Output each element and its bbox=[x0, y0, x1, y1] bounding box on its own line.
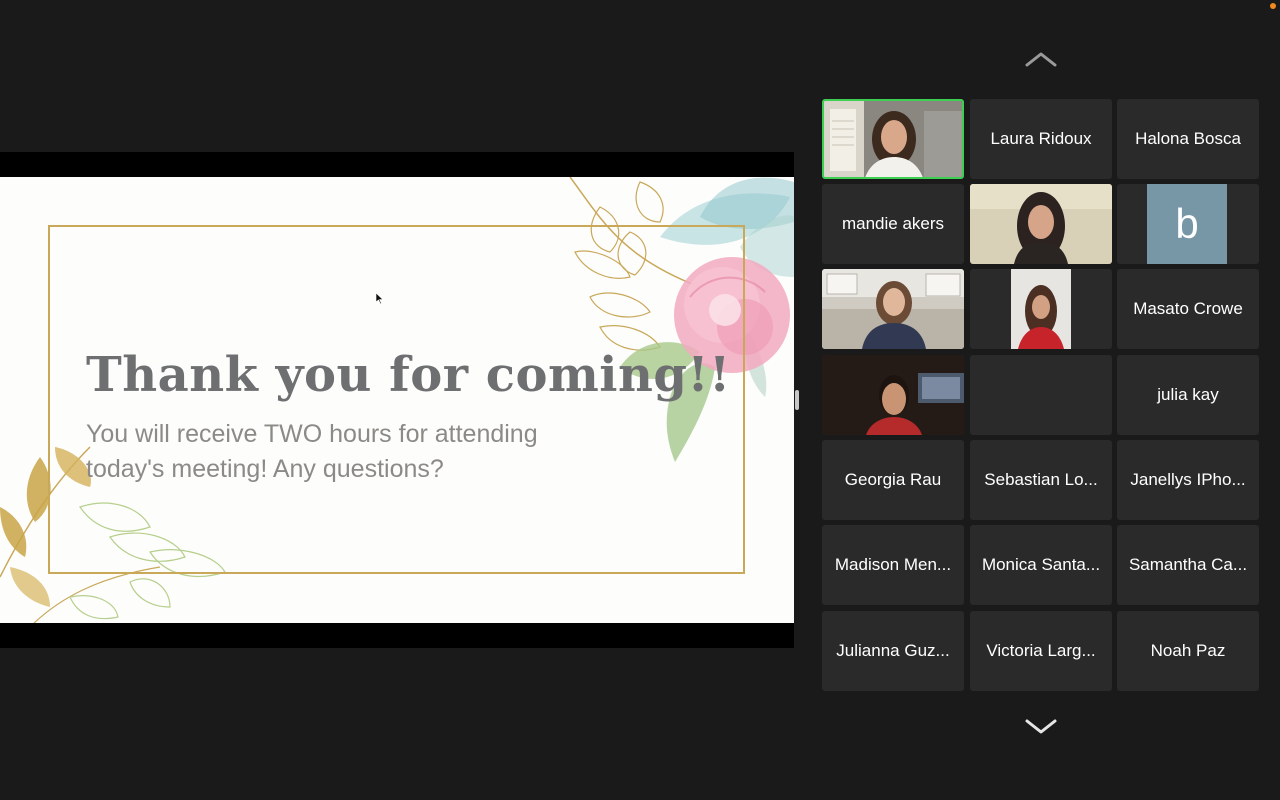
participant-name: Halona Bosca bbox=[1135, 129, 1241, 148]
participant-name: Janellys IPho... bbox=[1130, 470, 1246, 489]
participant-avatar: b bbox=[1147, 184, 1227, 264]
participant-tile[interactable]: Laura Ridoux bbox=[970, 99, 1112, 179]
participant-video bbox=[970, 184, 1112, 264]
participant-name: Masato Crowe bbox=[1133, 299, 1243, 318]
participant-tile[interactable]: Georgia Rau bbox=[822, 440, 964, 520]
participant-name: Noah Paz bbox=[1150, 641, 1226, 660]
participant-tile[interactable]: Monica Santa... bbox=[970, 525, 1112, 605]
split-view-handle[interactable] bbox=[795, 390, 799, 410]
mouse-cursor-icon bbox=[376, 293, 384, 305]
participant-video bbox=[822, 269, 964, 349]
presentation-slide[interactable]: Thank you for coming!! You will receive … bbox=[0, 177, 794, 623]
participant-name: Madison Men... bbox=[834, 555, 952, 574]
slide-body-text: You will receive TWO hours for attending… bbox=[86, 420, 538, 483]
chevron-down-icon[interactable] bbox=[1024, 718, 1058, 736]
participant-name: Sebastian Lo... bbox=[984, 470, 1098, 489]
participant-name: Monica Santa... bbox=[981, 555, 1101, 574]
participant-tile[interactable] bbox=[822, 269, 964, 349]
participant-tile[interactable]: mandie akers bbox=[822, 184, 964, 264]
participant-name: mandie akers bbox=[841, 214, 945, 233]
participant-tile[interactable]: Sebastian Lo... bbox=[970, 440, 1112, 520]
participant-video bbox=[824, 101, 962, 177]
participant-tile[interactable]: Masato Crowe bbox=[1117, 269, 1259, 349]
chevron-up-icon[interactable] bbox=[1024, 50, 1058, 68]
participant-tile[interactable]: Julianna Guz... bbox=[822, 611, 964, 691]
participant-name: Samantha Ca... bbox=[1128, 555, 1248, 574]
participant-tile[interactable]: b bbox=[1117, 184, 1259, 264]
participant-tile[interactable]: Samantha Ca... bbox=[1117, 525, 1259, 605]
participant-tile[interactable]: julia kay bbox=[1117, 355, 1259, 435]
participant-tile[interactable]: Halona Bosca bbox=[1117, 99, 1259, 179]
participant-name: Laura Ridoux bbox=[990, 129, 1092, 148]
participant-tile[interactable]: Victoria Larg... bbox=[970, 611, 1112, 691]
participant-video bbox=[1011, 269, 1071, 349]
participant-name: Victoria Larg... bbox=[986, 641, 1096, 660]
recording-indicator-dot bbox=[1270, 3, 1276, 9]
participant-video bbox=[822, 355, 964, 435]
participant-tile[interactable] bbox=[970, 184, 1112, 264]
participant-tile-empty[interactable] bbox=[970, 355, 1112, 435]
participant-name: Georgia Rau bbox=[844, 470, 942, 489]
participant-tile[interactable] bbox=[970, 269, 1112, 349]
participant-name: Julianna Guz... bbox=[836, 641, 950, 660]
participant-name: julia kay bbox=[1157, 385, 1219, 404]
slide-title: Thank you for coming!! bbox=[86, 347, 731, 403]
participant-tile[interactable] bbox=[822, 355, 964, 435]
participant-tile[interactable]: Janellys IPho... bbox=[1117, 440, 1259, 520]
participant-tile[interactable]: Madison Men... bbox=[822, 525, 964, 605]
participant-tile[interactable]: Noah Paz bbox=[1117, 611, 1259, 691]
participant-tile-active-speaker[interactable] bbox=[822, 99, 964, 179]
